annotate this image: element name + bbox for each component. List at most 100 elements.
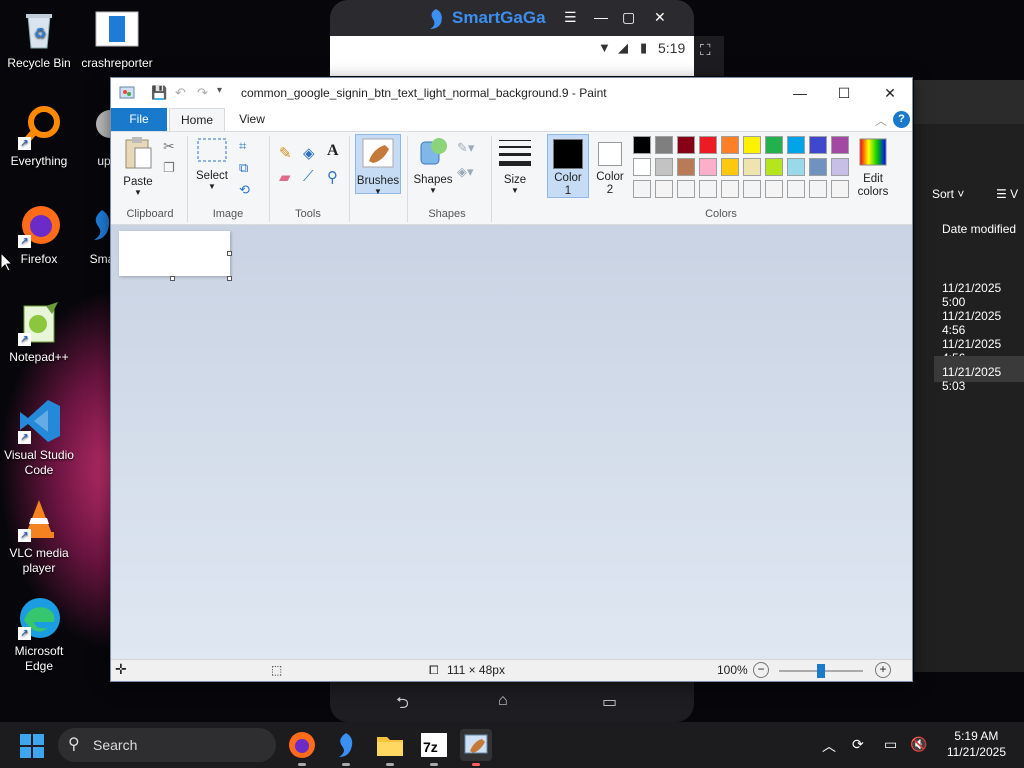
palette-swatch[interactable] — [765, 158, 783, 176]
view-menu-icon[interactable]: ☰ V — [996, 187, 1018, 201]
sort-button[interactable]: Sort ˅ — [932, 187, 964, 201]
palette-swatch[interactable] — [655, 158, 673, 176]
color2-button[interactable]: Color 2 — [591, 134, 629, 197]
select-button[interactable]: Select ▼ — [195, 136, 229, 191]
palette-swatch[interactable] — [699, 180, 717, 198]
palette-swatch[interactable] — [655, 136, 673, 154]
palette-swatch[interactable] — [743, 136, 761, 154]
resize-handle-right[interactable] — [227, 251, 232, 256]
brushes-button[interactable]: Brushes ▼ — [355, 134, 401, 196]
file-row-date[interactable]: 11/21/2025 5:03 — [942, 365, 1024, 393]
palette-swatch[interactable] — [809, 136, 827, 154]
palette-swatch[interactable] — [809, 180, 827, 198]
desktop-icon-microsoft-edge[interactable]: ↗ Microsoft Edge — [0, 594, 78, 674]
back-icon[interactable]: ⮌ — [396, 692, 409, 719]
resize-handle-corner[interactable] — [227, 276, 232, 281]
desktop-icon-visual-studio-code[interactable]: ↗ Visual Studio Code — [0, 398, 78, 478]
crop-icon[interactable]: ⌗ — [239, 138, 255, 154]
maximize-button[interactable]: ☐ — [821, 80, 867, 106]
palette-swatch[interactable] — [743, 180, 761, 198]
color1-button[interactable]: Color 1 — [547, 134, 589, 198]
shapes-button[interactable]: Shapes ▼ — [413, 136, 453, 195]
tab-view[interactable]: View — [229, 108, 275, 131]
desktop-icon-everything[interactable]: ↗ Everything — [0, 104, 78, 169]
palette-swatch[interactable] — [831, 136, 849, 154]
palette-swatch[interactable] — [677, 136, 695, 154]
size-button[interactable]: Size ▼ — [497, 136, 533, 195]
palette-swatch[interactable] — [655, 180, 673, 198]
magnifier-icon[interactable]: ⚲ — [327, 168, 343, 186]
palette-swatch[interactable] — [765, 180, 783, 198]
palette-swatch[interactable] — [677, 158, 695, 176]
palette-swatch[interactable] — [721, 180, 739, 198]
palette-swatch[interactable] — [677, 180, 695, 198]
taskbar-paint[interactable] — [460, 729, 492, 766]
taskbar-firefox[interactable] — [286, 729, 318, 766]
desktop-icon-notepad-plus-plus[interactable]: ↗ Notepad++ — [0, 300, 78, 365]
eraser-icon[interactable]: ▰ — [279, 168, 295, 186]
palette-swatch[interactable] — [809, 158, 827, 176]
volume-muted-icon[interactable]: 🔇 — [910, 736, 927, 753]
close-icon[interactable]: ✕ — [654, 9, 666, 26]
taskbar-file-explorer[interactable] — [374, 729, 406, 766]
customize-quick-access-icon[interactable]: ▾ — [217, 85, 222, 96]
palette-swatch[interactable] — [831, 158, 849, 176]
fill-icon[interactable]: ◈ — [303, 144, 319, 162]
palette-swatch[interactable] — [743, 158, 761, 176]
close-button[interactable]: ✕ — [867, 80, 913, 106]
fill-style-icon[interactable]: ◈▾ — [457, 164, 474, 180]
file-row-date[interactable]: 11/21/2025 5:00 — [942, 281, 1024, 309]
zoom-slider-thumb[interactable] — [817, 664, 825, 678]
text-icon[interactable]: A — [327, 142, 343, 159]
tab-file[interactable]: File — [111, 108, 167, 131]
desktop-icon-smartgaga[interactable]: Sma — [78, 202, 110, 267]
resize-handle-bottom[interactable] — [170, 276, 175, 281]
redo-icon[interactable]: ↷ — [197, 85, 208, 101]
taskbar-clock[interactable]: 5:19 AM 11/21/2025 — [947, 728, 1006, 760]
palette-swatch[interactable] — [831, 180, 849, 198]
palette-swatch[interactable] — [633, 180, 651, 198]
windows-start-icon[interactable] — [20, 734, 44, 758]
desktop-icon-vlc[interactable]: ↗ VLC media player — [0, 496, 78, 576]
paste-button[interactable]: Paste ▼ — [119, 136, 157, 197]
palette-swatch[interactable] — [633, 136, 651, 154]
palette-swatch[interactable] — [633, 158, 651, 176]
collapse-ribbon-icon[interactable]: ︿ — [875, 112, 887, 129]
network-icon[interactable]: ▭ — [884, 736, 897, 753]
menu-icon[interactable]: ☰ — [564, 9, 577, 26]
recents-icon[interactable]: ▭ — [602, 692, 617, 712]
tab-home[interactable]: Home — [169, 108, 225, 131]
save-icon[interactable]: 💾 — [151, 85, 167, 101]
pencil-icon[interactable]: ✎ — [279, 144, 295, 162]
palette-swatch[interactable] — [787, 158, 805, 176]
color-picker-icon[interactable]: ⟋ — [303, 168, 319, 185]
file-row-date[interactable]: 11/21/2025 4:56 — [942, 309, 1024, 337]
edit-colors-button[interactable]: Edit colors — [853, 136, 893, 199]
show-hidden-icons-icon[interactable]: ︿ — [822, 736, 836, 756]
column-header-date-modified[interactable]: Date modified — [942, 222, 1016, 236]
sync-icon[interactable]: ⟳ — [852, 736, 864, 753]
palette-swatch[interactable] — [699, 136, 717, 154]
home-icon[interactable]: ⌂ — [498, 692, 508, 710]
help-icon[interactable]: ? — [893, 111, 910, 128]
palette-swatch[interactable] — [787, 136, 805, 154]
taskbar-7zip[interactable]: 7z — [418, 729, 450, 766]
resize-icon[interactable]: ⧉ — [239, 160, 255, 176]
minimize-icon[interactable]: — — [594, 9, 608, 25]
palette-swatch[interactable] — [699, 158, 717, 176]
palette-swatch[interactable] — [721, 158, 739, 176]
palette-swatch[interactable] — [787, 180, 805, 198]
taskbar-smartgaga[interactable] — [330, 729, 362, 766]
zoom-in-button[interactable]: + — [875, 662, 891, 678]
palette-swatch[interactable] — [721, 136, 739, 154]
maximize-icon[interactable]: ▢ — [622, 9, 635, 26]
minimize-button[interactable]: — — [777, 80, 823, 106]
palette-swatch[interactable] — [765, 136, 783, 154]
desktop-icon-recycle-bin[interactable]: ♻ Recycle Bin — [0, 6, 78, 71]
copy-icon[interactable]: ❐ — [163, 160, 179, 176]
zoom-out-button[interactable]: − — [753, 662, 769, 678]
desktop-icon-crashreporter[interactable]: crashreporter — [78, 6, 156, 71]
fullscreen-icon[interactable]: ⛶ — [700, 42, 711, 59]
taskbar-search-box[interactable]: ⚲ Search — [58, 728, 276, 762]
cut-icon[interactable]: ✂ — [163, 138, 179, 154]
